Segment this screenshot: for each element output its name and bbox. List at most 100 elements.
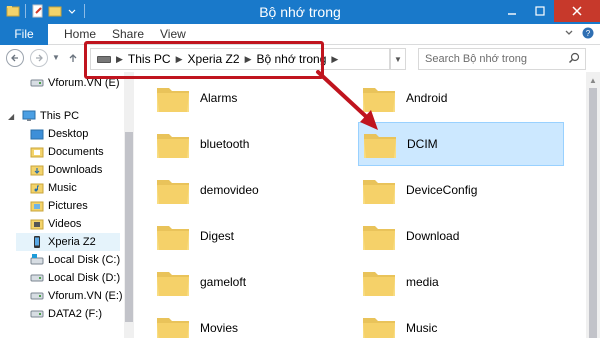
breadcrumb-this-pc[interactable]: This PC (128, 52, 171, 66)
nav-item-pictures[interactable]: Pictures (30, 197, 124, 215)
folder-name: demovideo (200, 183, 259, 197)
folder-name: bluetooth (200, 137, 250, 151)
nav-item-this-pc[interactable]: ◢ This PC (8, 107, 124, 125)
window-controls (498, 0, 600, 22)
tab-home[interactable]: Home (64, 24, 96, 45)
ribbon-controls: ? (564, 27, 594, 42)
content-scrollbar-thumb[interactable] (589, 88, 597, 338)
forward-button[interactable] (30, 49, 48, 67)
scroll-up-icon[interactable]: ▲ (589, 76, 597, 85)
folder-item-music[interactable]: Music (360, 308, 560, 338)
close-button[interactable] (554, 0, 600, 22)
nav-item-videos[interactable]: Videos (30, 215, 124, 233)
chevron-right-icon[interactable]: ▶ (176, 54, 183, 65)
nav-item-label: Xperia Z2 (48, 236, 96, 248)
search-icon[interactable] (568, 52, 580, 64)
expand-arrow-icon[interactable]: ◢ (8, 112, 22, 121)
phone-icon (30, 236, 44, 248)
nav-scrollbar[interactable] (124, 72, 134, 338)
nav-item-local-disk-d[interactable]: Local Disk (D:) (30, 269, 124, 287)
folder-icon (157, 180, 189, 204)
search-input[interactable]: Search Bộ nhớ trong (425, 53, 527, 65)
nav-item-label: Local Disk (C:) (48, 254, 121, 266)
navigation-pane: Vforum.VN (E) ◢ This PC Desktop Document… (0, 72, 124, 338)
address-dropdown-button[interactable]: ▼ (390, 48, 406, 70)
tab-view[interactable]: View (160, 24, 186, 45)
folder-item-bluetooth[interactable]: bluetooth (154, 124, 354, 164)
folder-icon (157, 318, 189, 338)
back-button[interactable] (6, 49, 24, 67)
folder-item-dcim[interactable]: DCIM (358, 122, 564, 166)
expand-ribbon-icon[interactable] (564, 27, 574, 42)
nav-item-label: Documents (48, 146, 104, 158)
nav-item-data2-f[interactable]: DATA2 (F:) (30, 305, 124, 323)
chevron-right-icon[interactable]: ▶ (245, 54, 252, 65)
nav-item-vforum-e[interactable]: Vforum.VN (E) (30, 74, 124, 92)
folder-name: media (406, 275, 439, 289)
folder-item-deviceconfig[interactable]: DeviceConfig (360, 170, 560, 210)
folder-icon (363, 180, 395, 204)
folder-item-download[interactable]: Download (360, 216, 560, 256)
folder-item-demovideo[interactable]: demovideo (154, 170, 354, 210)
nav-item-label: Local Disk (D:) (48, 272, 121, 284)
drive-icon (30, 290, 44, 302)
nav-item-label: This PC (40, 110, 80, 122)
nav-scrollbar-thumb[interactable] (125, 132, 133, 322)
folder-icon (157, 134, 189, 158)
search-box[interactable]: Search Bộ nhớ trong (418, 48, 586, 70)
address-bar[interactable]: ▶ This PC ▶ Xperia Z2 ▶ Bộ nhớ trong ▶ (90, 48, 390, 70)
minimize-icon (508, 13, 516, 15)
folder-item-movies[interactable]: Movies (154, 308, 354, 338)
drive-icon (30, 308, 44, 320)
nav-item-label: Videos (48, 218, 82, 230)
downloads-folder-icon (30, 164, 44, 176)
up-button[interactable] (64, 49, 82, 67)
nav-item-documents[interactable]: Documents (30, 143, 124, 161)
nav-item-music[interactable]: Music (30, 179, 124, 197)
address-row: ▼ ▶ This PC ▶ Xperia Z2 ▶ Bộ nhớ trong ▶… (0, 45, 600, 72)
folder-item-alarms[interactable]: Alarms (154, 78, 354, 118)
folder-item-android[interactable]: Android (360, 78, 560, 118)
breadcrumb-current[interactable]: Bộ nhớ trong (256, 52, 326, 66)
chevron-right-icon[interactable]: ▶ (116, 54, 123, 65)
nav-item-downloads[interactable]: Downloads (30, 161, 124, 179)
nav-item-label: Vforum.VN (E:) (48, 290, 123, 302)
up-arrow-icon (69, 54, 77, 62)
close-icon (572, 6, 582, 16)
folder-item-digest[interactable]: Digest (154, 216, 354, 256)
breadcrumb-xperia-z2[interactable]: Xperia Z2 (188, 52, 240, 66)
recent-locations-icon[interactable]: ▼ (52, 53, 60, 62)
folder-item-media[interactable]: media (360, 262, 560, 302)
device-icon (97, 55, 111, 63)
nav-item-vforum-e-drive[interactable]: Vforum.VN (E:) (30, 287, 124, 305)
maximize-icon (535, 6, 545, 16)
folder-name: DCIM (407, 137, 438, 151)
nav-item-local-disk-c[interactable]: Local Disk (C:) (30, 251, 124, 269)
minimize-button[interactable] (498, 0, 526, 22)
folder-icon (364, 134, 396, 158)
help-icon[interactable]: ? (582, 27, 594, 42)
forward-arrow-icon (36, 54, 43, 62)
nav-item-label: Pictures (48, 200, 88, 212)
folder-name: DeviceConfig (406, 183, 478, 197)
back-arrow-icon (11, 54, 18, 62)
drive-icon (30, 77, 44, 89)
nav-item-label: Desktop (48, 128, 89, 140)
tab-share[interactable]: Share (112, 24, 144, 45)
folder-item-gameloft[interactable]: gameloft (154, 262, 354, 302)
content-scrollbar[interactable]: ▲ (586, 72, 600, 338)
maximize-button[interactable] (526, 0, 554, 22)
folder-icon (157, 272, 189, 296)
folder-icon (157, 88, 189, 112)
folder-name: Digest (200, 229, 235, 243)
folder-icon (363, 88, 395, 112)
file-list: Alarms bluetooth demovideo Digest gamelo… (134, 72, 586, 338)
title-bar: Bộ nhớ trong (0, 0, 600, 24)
tab-file[interactable]: File (0, 24, 48, 45)
svg-text:?: ? (586, 29, 591, 38)
nav-item-desktop[interactable]: Desktop (30, 125, 124, 143)
nav-item-xperia-z2[interactable]: Xperia Z2 (16, 233, 120, 251)
folder-icon (363, 226, 395, 250)
chevron-right-icon[interactable]: ▶ (331, 54, 338, 65)
drive-icon (30, 272, 44, 284)
